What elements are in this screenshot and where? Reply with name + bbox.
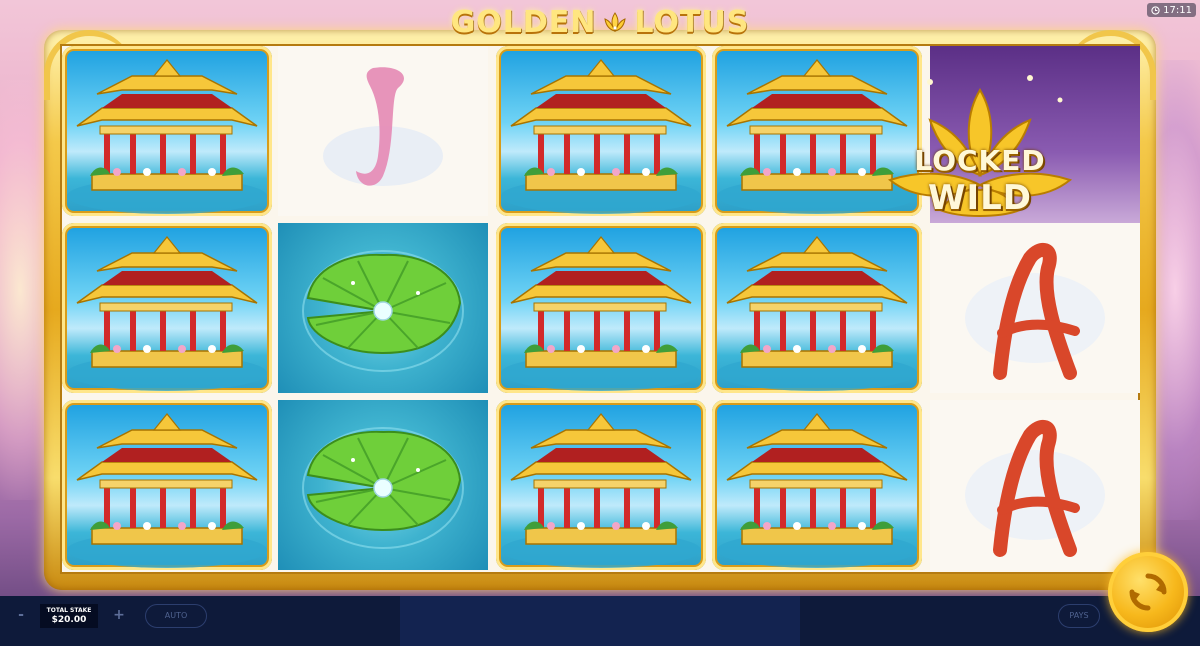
pagoda-icon xyxy=(500,59,702,215)
lily-pad-icon xyxy=(302,250,464,372)
control-bar-center-panel xyxy=(400,596,800,646)
locked-wild-label-wild: WILD xyxy=(927,178,1033,218)
pagoda-icon xyxy=(66,413,268,569)
spin-button[interactable] xyxy=(1108,552,1188,632)
increase-stake-button[interactable]: + xyxy=(112,608,126,622)
symbol-a xyxy=(930,223,1140,393)
symbol-a xyxy=(930,400,1140,570)
pagoda-icon xyxy=(66,236,268,392)
pagoda-icon xyxy=(716,413,918,569)
symbol-pagoda xyxy=(712,223,922,393)
spin-arrows-icon xyxy=(1129,573,1167,611)
paytable-button[interactable]: PAYS xyxy=(1058,604,1100,628)
a-symbol-icon xyxy=(965,242,1105,380)
clock-time: 17:11 xyxy=(1163,4,1192,16)
symbol-pagoda xyxy=(62,400,272,570)
autoplay-button[interactable]: AUTO xyxy=(145,604,207,628)
symbol-lily-pad xyxy=(278,223,488,393)
clock-display: 17:11 xyxy=(1147,3,1196,17)
pagoda-icon xyxy=(500,236,702,392)
symbol-lily-pad xyxy=(278,400,488,570)
pagoda-icon xyxy=(500,413,702,569)
clock-icon xyxy=(1151,5,1160,15)
lotus-icon xyxy=(604,12,626,32)
lily-pad-icon xyxy=(302,427,464,549)
title-word-golden: GOLDEN xyxy=(450,4,597,40)
symbol-pagoda xyxy=(496,400,706,570)
total-stake-label: TOTAL STAKE xyxy=(46,607,92,614)
pagoda-icon xyxy=(66,59,268,215)
symbol-j xyxy=(278,46,488,216)
game-title: GOLDEN LOTUS xyxy=(430,2,770,42)
locked-wild-label-locked: LOCKED xyxy=(914,144,1046,177)
symbol-pagoda xyxy=(496,223,706,393)
title-word-lotus: LOTUS xyxy=(634,4,750,40)
pagoda-icon xyxy=(716,236,918,392)
decrease-stake-button[interactable]: - xyxy=(14,608,28,622)
total-stake-value: $20.00 xyxy=(51,615,87,625)
symbol-pagoda xyxy=(62,223,272,393)
symbol-pagoda xyxy=(62,46,272,216)
locked-wild-symbol: LOCKED WILD xyxy=(870,60,1090,230)
symbol-pagoda xyxy=(496,46,706,216)
j-symbol-icon xyxy=(323,67,443,186)
symbol-pagoda xyxy=(712,400,922,570)
control-bar: - TOTAL STAKE $20.00 + AUTO PAYS xyxy=(0,596,1200,646)
total-stake-display: TOTAL STAKE $20.00 xyxy=(40,604,98,628)
a-symbol-icon xyxy=(965,419,1105,557)
